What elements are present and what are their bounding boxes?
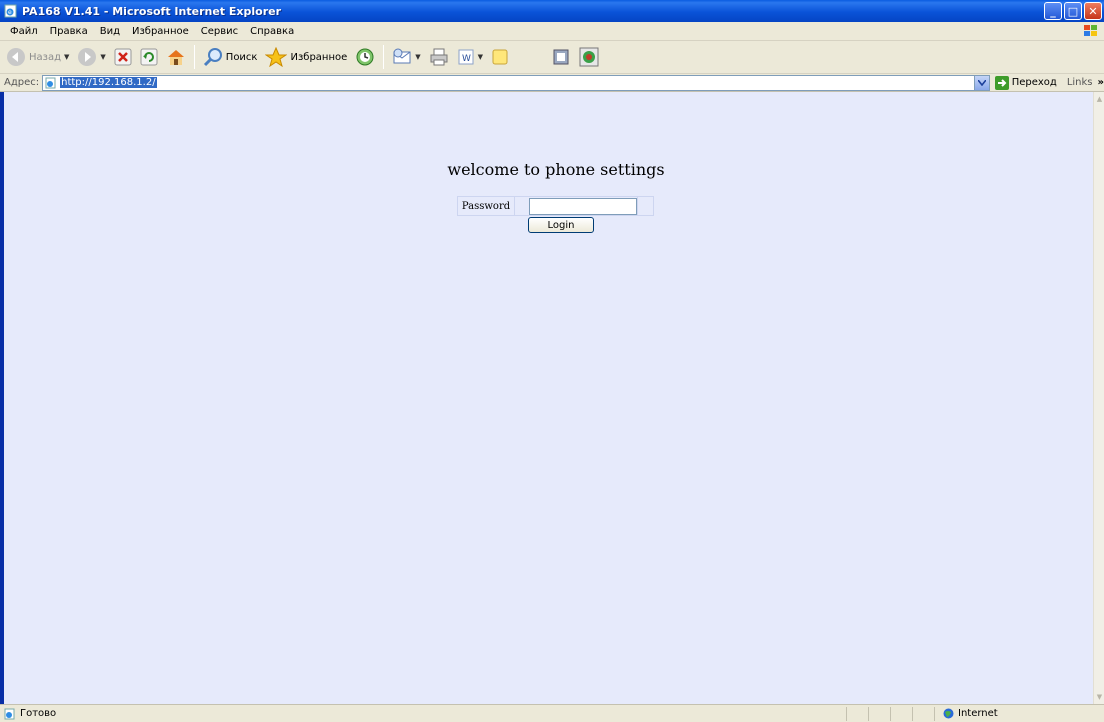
page-content: welcome to phone settings Password Login [0, 92, 1093, 704]
star-icon [265, 47, 288, 67]
links-toolbar[interactable]: Links [1067, 77, 1093, 88]
globe-icon [943, 708, 954, 719]
note-icon [492, 49, 508, 65]
favorites-label: Избранное [290, 51, 348, 63]
refresh-button[interactable] [138, 48, 160, 66]
address-input[interactable]: http://192.168.1.2/ [42, 74, 990, 91]
security-zone-label: Internet [958, 708, 998, 719]
maximize-button[interactable]: □ [1064, 2, 1082, 20]
vertical-scrollbar[interactable]: ▲ ▼ [1093, 92, 1104, 704]
menu-help[interactable]: Справка [244, 26, 300, 37]
menu-edit[interactable]: Правка [44, 26, 94, 37]
menu-file[interactable]: Файл [4, 26, 44, 37]
login-form: Password Login [457, 196, 654, 233]
maximize-icon: □ [1067, 4, 1079, 18]
ie-page-icon [45, 77, 56, 88]
status-panel [846, 706, 868, 721]
go-label: Переход [1011, 77, 1057, 88]
password-label: Password [458, 197, 515, 215]
password-cell [515, 197, 638, 215]
forward-dropdown-icon: ▼ [100, 53, 106, 61]
research-button[interactable] [549, 47, 573, 67]
login-button[interactable]: Login [528, 217, 594, 233]
toolbar: Назад ▼ ▼ Поиск Избранное ▼ W ▼ [0, 41, 1104, 74]
edit-word-button[interactable]: W ▼ [455, 48, 485, 66]
back-arrow-icon [7, 48, 25, 66]
go-button[interactable]: Переход [994, 75, 1057, 90]
messenger-button[interactable] [577, 47, 601, 67]
mail-button[interactable]: ▼ [390, 48, 422, 66]
toolbar-separator [193, 45, 195, 69]
messenger-icon [579, 47, 599, 67]
back-button[interactable]: Назад ▼ [4, 47, 71, 67]
password-row: Password [457, 196, 654, 216]
ie-page-icon: e [4, 4, 18, 18]
svg-text:e: e [8, 9, 12, 16]
mail-icon [393, 48, 411, 64]
svg-text:W: W [462, 54, 471, 64]
go-arrow-icon [994, 75, 1009, 90]
edit-dropdown-icon: ▼ [477, 53, 484, 61]
back-label: Назад [29, 51, 62, 63]
status-text: Готово [20, 708, 57, 719]
refresh-icon [140, 48, 158, 66]
forward-button[interactable]: ▼ [75, 47, 107, 67]
stop-button[interactable] [112, 48, 134, 66]
address-label: Адрес: [4, 77, 40, 88]
title-bar: e PA168 V1.41 - Microsoft Internet Explo… [0, 0, 1104, 22]
minimize-icon: _ [1050, 4, 1056, 18]
chevron-down-icon [977, 79, 986, 86]
windows-logo-icon [1082, 23, 1100, 39]
chevron-right-icon[interactable]: » [1098, 77, 1104, 88]
address-dropdown-button[interactable] [973, 75, 989, 90]
notes-button[interactable] [489, 48, 511, 66]
status-panel [890, 706, 912, 721]
home-button[interactable] [164, 48, 188, 66]
printer-icon [430, 48, 448, 66]
close-icon: ✕ [1088, 4, 1098, 18]
status-bar: Готово Internet [0, 704, 1104, 722]
status-panel [912, 706, 934, 721]
forward-arrow-icon [78, 48, 97, 66]
print-button[interactable] [427, 48, 451, 66]
search-button[interactable]: Поиск [201, 47, 260, 67]
scroll-up-icon[interactable]: ▲ [1095, 94, 1104, 104]
address-url: http://192.168.1.2/ [60, 77, 157, 88]
history-icon [356, 48, 374, 66]
menu-tools[interactable]: Сервис [195, 26, 244, 37]
status-panel [868, 706, 890, 721]
search-label: Поиск [225, 51, 258, 63]
status-text-area: Готово [0, 708, 846, 720]
address-bar: Адрес: http://192.168.1.2/ Переход Links… [0, 74, 1104, 92]
research-icon [553, 49, 569, 65]
scroll-down-icon[interactable]: ▼ [1095, 692, 1104, 702]
favorites-button[interactable]: Избранное [263, 47, 349, 67]
stop-icon [114, 48, 132, 66]
menu-bar: Файл Правка Вид Избранное Сервис Справка [0, 22, 1104, 41]
ie-page-icon [4, 708, 15, 719]
home-icon [167, 50, 184, 65]
menu-view[interactable]: Вид [94, 26, 126, 37]
toolbar-separator [383, 45, 385, 69]
password-row-spacer [638, 197, 653, 215]
history-button[interactable] [353, 47, 377, 67]
search-icon [203, 48, 222, 67]
window-title: PA168 V1.41 - Microsoft Internet Explore… [22, 4, 281, 18]
menu-favorites[interactable]: Избранное [126, 26, 195, 37]
back-dropdown-icon: ▼ [64, 53, 70, 61]
close-button[interactable]: ✕ [1084, 2, 1102, 20]
password-input[interactable] [529, 197, 637, 215]
word-document-icon: W [458, 49, 474, 65]
mail-dropdown-icon: ▼ [415, 53, 421, 61]
security-zone: Internet [934, 706, 1092, 721]
minimize-button[interactable]: _ [1044, 2, 1062, 20]
page-heading: welcome to phone settings [447, 160, 665, 179]
